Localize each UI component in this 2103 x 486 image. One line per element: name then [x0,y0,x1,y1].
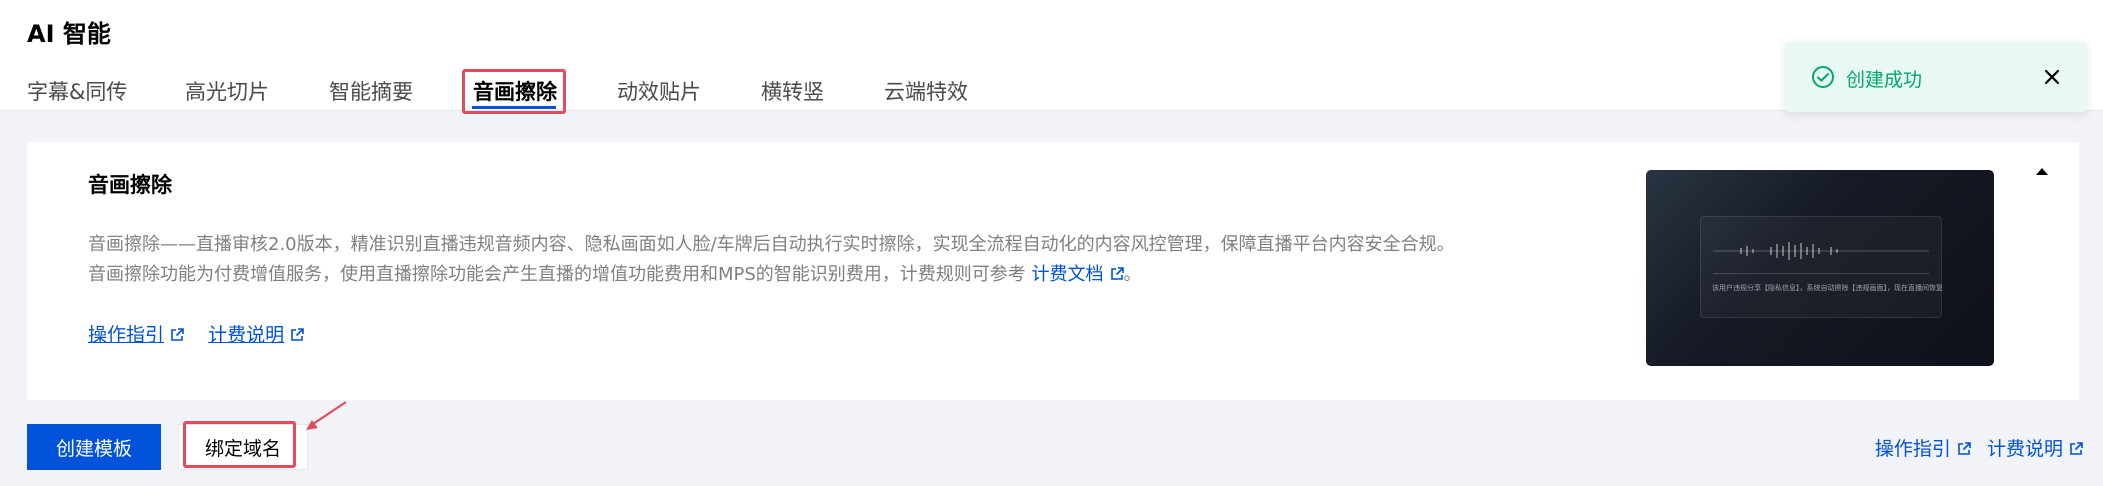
external-link-icon [291,328,304,341]
intro-links: 操作指引 计费说明 [88,320,322,347]
external-link-icon [2070,442,2083,455]
collapse-caret-icon[interactable] [2034,165,2050,177]
guide-link[interactable]: 操作指引 [88,324,184,346]
billing-link[interactable]: 计费说明 [208,324,304,346]
intro-desc-line2-end: 。 [1123,264,1142,285]
intro-title: 音画擦除 [88,173,172,197]
annotation-arrow-icon [306,401,347,430]
billing-link-label: 计费说明 [208,324,285,346]
bind-domain-button[interactable]: 绑定域名 [178,424,308,470]
tab-highlights[interactable]: 高光切片 [185,76,269,106]
intro-desc-line2-text: 音画擦除功能为付费增值服务，使用直播擦除功能会产生直播的增值功能费用和MPS的智… [88,264,1026,285]
bottom-guide-link[interactable]: 操作指引 [1875,438,1971,460]
preview-panel: 该用户违规分享【隐私信息】，系统自动擦除【违规画面】，现在直播间恢复 [1700,216,1943,318]
external-link-icon [171,328,184,341]
preview-image: 该用户违规分享【隐私信息】，系统自动擦除【违规画面】，现在直播间恢复 [1646,170,1994,366]
tab-motion-stickers[interactable]: 动效贴片 [617,76,701,106]
guide-link-label: 操作指引 [88,324,165,346]
success-toast: 创建成功 [1785,42,2087,112]
bottom-billing-link[interactable]: 计费说明 [1987,438,2083,460]
waveform-icon [1713,242,1929,260]
bottom-links: 操作指引 计费说明 [1875,434,2083,461]
bottom-billing-label: 计费说明 [1986,438,2063,460]
billing-docs-link[interactable]: 计费文档 [1032,264,1124,285]
intro-desc-line1: 音画擦除——直播审核2.0版本，精准识别直播违规音频内容、隐私画面如人脸/车牌后… [88,234,1455,255]
preview-divider [1713,273,1929,274]
tab-cloud-effects[interactable]: 云端特效 [884,76,968,106]
close-icon[interactable] [2041,66,2063,88]
bottom-guide-label: 操作指引 [1874,438,1951,460]
external-link-icon [1958,442,1971,455]
tab-landscape-to-portrait[interactable]: 横转竖 [761,76,824,106]
tab-subtitles[interactable]: 字幕&同传 [27,76,127,106]
check-circle-icon [1812,66,1834,88]
billing-docs-link-label: 计费文档 [1031,264,1104,285]
tab-annotation-box [462,69,566,114]
intro-description: 音画擦除——直播审核2.0版本，精准识别直播违规音频内容、隐私画面如人脸/车牌后… [88,230,1588,290]
intro-desc-line2: 音画擦除功能为付费增值服务，使用直播擦除功能会产生直播的增值功能费用和MPS的智… [88,260,1588,290]
page-title: AI 智能 [27,20,111,48]
preview-caption: 该用户违规分享【隐私信息】，系统自动擦除【违规画面】，现在直播间恢复 [1712,284,1943,292]
intro-card: 音画擦除 音画擦除——直播审核2.0版本，精准识别直播违规音频内容、隐私画面如人… [27,142,2079,400]
external-link-icon [1110,267,1124,280]
create-template-button[interactable]: 创建模板 [27,424,161,470]
toast-message: 创建成功 [1846,69,1923,91]
tab-summary[interactable]: 智能摘要 [329,76,413,106]
